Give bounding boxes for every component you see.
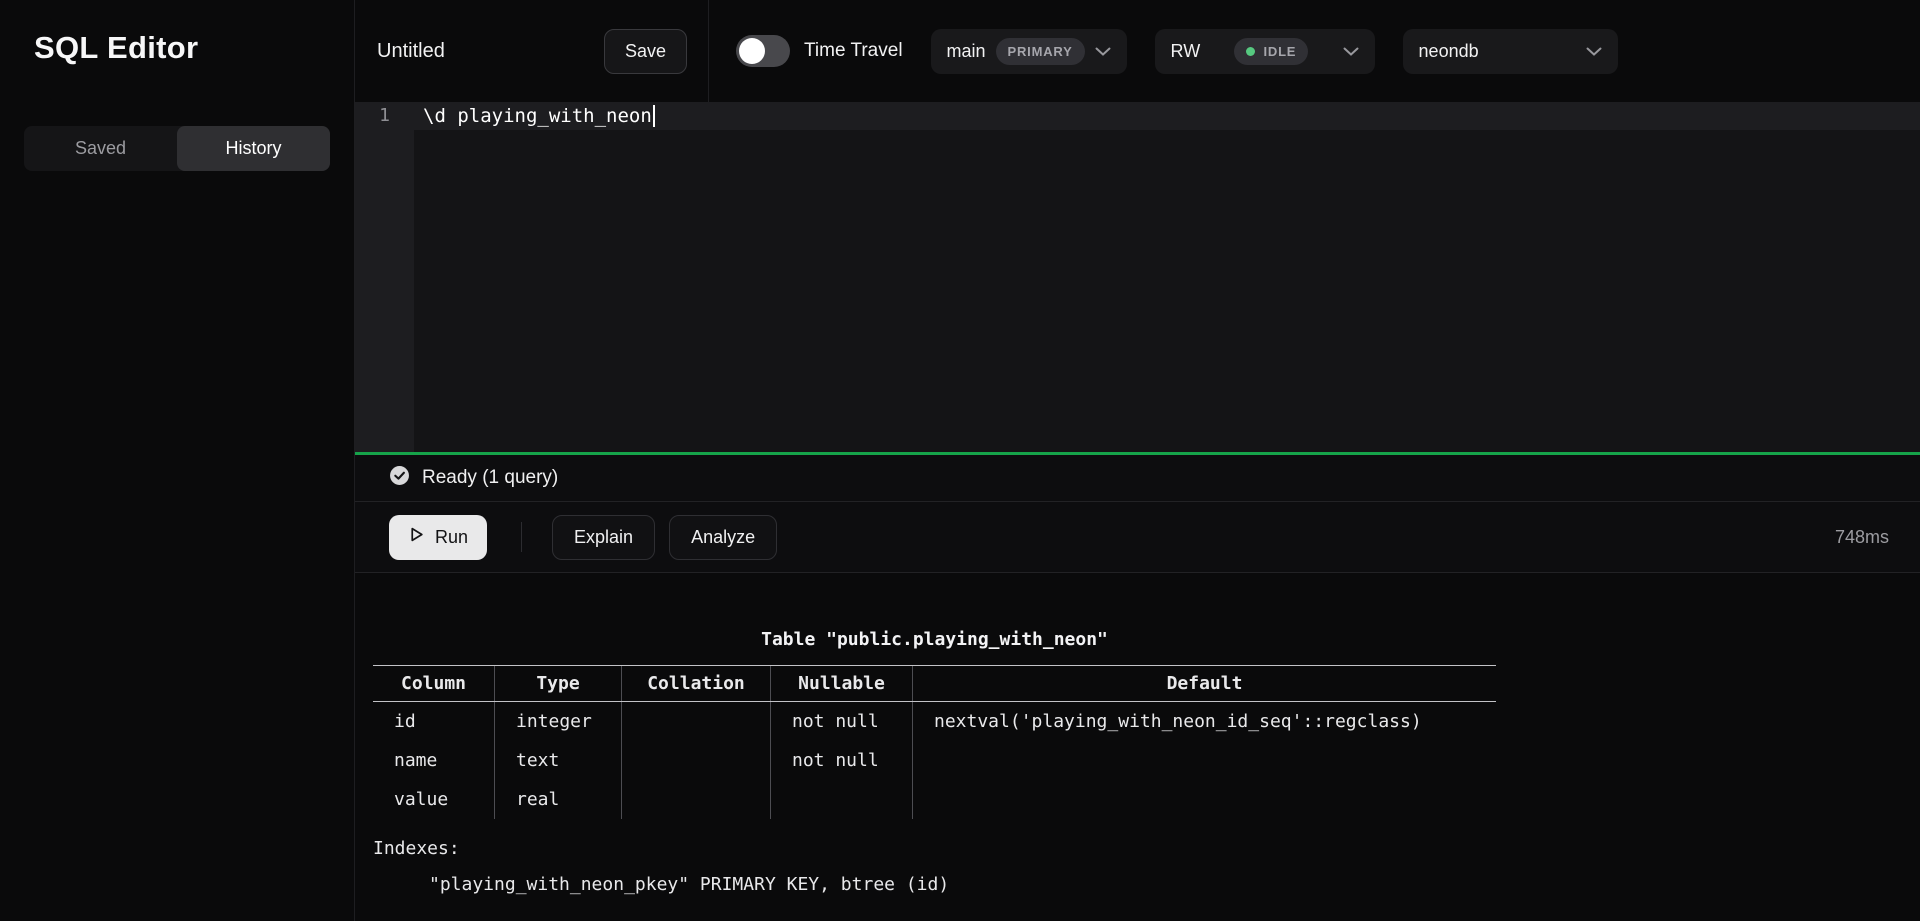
line-number: 1 bbox=[355, 102, 414, 130]
table-cell: text bbox=[495, 741, 622, 780]
table-row: nametext not null bbox=[373, 741, 1496, 780]
table-cell bbox=[622, 702, 771, 741]
chevron-down-icon bbox=[1586, 47, 1602, 56]
idle-dot-icon bbox=[1246, 47, 1255, 56]
time-travel-group: Time Travel bbox=[736, 35, 903, 67]
toggle-knob-icon bbox=[739, 38, 765, 64]
sidebar: SQL Editor Saved History bbox=[0, 0, 355, 921]
run-button-label: Run bbox=[435, 527, 468, 548]
compute-status-label: IDLE bbox=[1263, 44, 1296, 59]
main-panel: Untitled Save Time Travel main PRIMARY bbox=[355, 0, 1920, 921]
time-travel-label: Time Travel bbox=[804, 40, 903, 62]
status-message: Ready (1 query) bbox=[422, 467, 558, 489]
results-column-header: Collation bbox=[622, 666, 771, 701]
table-cell bbox=[771, 780, 913, 819]
compute-mode: RW bbox=[1171, 41, 1201, 62]
table-cell bbox=[913, 780, 1496, 819]
sql-code: \d playing_with_neon bbox=[423, 105, 652, 127]
table-cell bbox=[622, 741, 771, 780]
tab-history[interactable]: History bbox=[177, 126, 330, 171]
results-panel: Table "public.playing_with_neon" ColumnT… bbox=[355, 573, 1920, 921]
indexes-label: Indexes: bbox=[373, 838, 1496, 859]
document-title: Untitled bbox=[377, 40, 445, 63]
chevron-down-icon bbox=[1343, 47, 1359, 56]
status-bar: Ready (1 query) bbox=[355, 455, 1920, 502]
topbar: Untitled Save Time Travel main PRIMARY bbox=[355, 0, 1920, 102]
table-row: idinteger not nullnextval('playing_with_n… bbox=[373, 702, 1496, 741]
table-cell: nextval('playing_with_neon_id_seq'::regc… bbox=[913, 702, 1496, 741]
indexes-list: "playing_with_neon_pkey" PRIMARY KEY, bt… bbox=[373, 874, 1496, 895]
database-name: neondb bbox=[1419, 41, 1479, 62]
table-cell: real bbox=[495, 780, 622, 819]
table-cell bbox=[913, 741, 1496, 780]
play-icon bbox=[408, 526, 425, 548]
database-selector[interactable]: neondb bbox=[1403, 29, 1618, 74]
query-duration: 748ms bbox=[1835, 527, 1889, 548]
topbar-right: Time Travel main PRIMARY RW IDLE bbox=[709, 29, 1618, 74]
save-button[interactable]: Save bbox=[604, 29, 687, 74]
results-column-header: Nullable bbox=[771, 666, 913, 701]
chevron-down-icon bbox=[1095, 47, 1111, 56]
check-circle-icon bbox=[389, 465, 410, 491]
compute-selector[interactable]: RW IDLE bbox=[1155, 29, 1375, 74]
results-title: Table "public.playing_with_neon" bbox=[373, 629, 1496, 650]
compute-status-badge: IDLE bbox=[1234, 38, 1308, 65]
tab-saved[interactable]: Saved bbox=[24, 126, 177, 171]
table-cell: not null bbox=[771, 702, 913, 741]
branch-selector[interactable]: main PRIMARY bbox=[931, 29, 1127, 74]
index-entry: "playing_with_neon_pkey" PRIMARY KEY, bt… bbox=[373, 874, 1496, 895]
active-code-line: \d playing_with_neon bbox=[414, 102, 1920, 130]
table-cell: value bbox=[373, 780, 495, 819]
code-input-area[interactable]: \d playing_with_neon bbox=[414, 102, 1920, 452]
query-toolbar: Run Explain Analyze 748ms bbox=[355, 502, 1920, 573]
run-button[interactable]: Run bbox=[389, 515, 487, 560]
text-caret bbox=[653, 105, 655, 127]
topbar-left: Untitled Save bbox=[355, 0, 708, 102]
code-editor: 1 \d playing_with_neon bbox=[355, 102, 1920, 452]
line-number-gutter: 1 bbox=[355, 102, 414, 452]
results-column-header: Default bbox=[913, 666, 1496, 701]
table-cell: id bbox=[373, 702, 495, 741]
page-title: SQL Editor bbox=[0, 30, 354, 66]
results-table-header: ColumnTypeCollationNullableDefault bbox=[373, 665, 1496, 702]
primary-badge: PRIMARY bbox=[996, 38, 1085, 65]
results-table-body: idinteger not nullnextval('playing_with_n… bbox=[373, 702, 1496, 819]
table-cell: name bbox=[373, 741, 495, 780]
results-output: Table "public.playing_with_neon" ColumnT… bbox=[373, 629, 1496, 895]
toolbar-divider bbox=[521, 522, 522, 552]
sql-editor-app: SQL Editor Saved History Untitled Save T… bbox=[0, 0, 1920, 921]
analyze-button[interactable]: Analyze bbox=[669, 515, 777, 560]
sidebar-tabs: Saved History bbox=[24, 126, 330, 171]
table-cell bbox=[622, 780, 771, 819]
explain-button[interactable]: Explain bbox=[552, 515, 655, 560]
branch-name: main bbox=[947, 41, 986, 62]
results-column-header: Type bbox=[495, 666, 622, 701]
table-row: valuereal bbox=[373, 780, 1496, 819]
results-column-header: Column bbox=[373, 666, 495, 701]
time-travel-toggle[interactable] bbox=[736, 35, 790, 67]
table-cell: not null bbox=[771, 741, 913, 780]
table-cell: integer bbox=[495, 702, 622, 741]
